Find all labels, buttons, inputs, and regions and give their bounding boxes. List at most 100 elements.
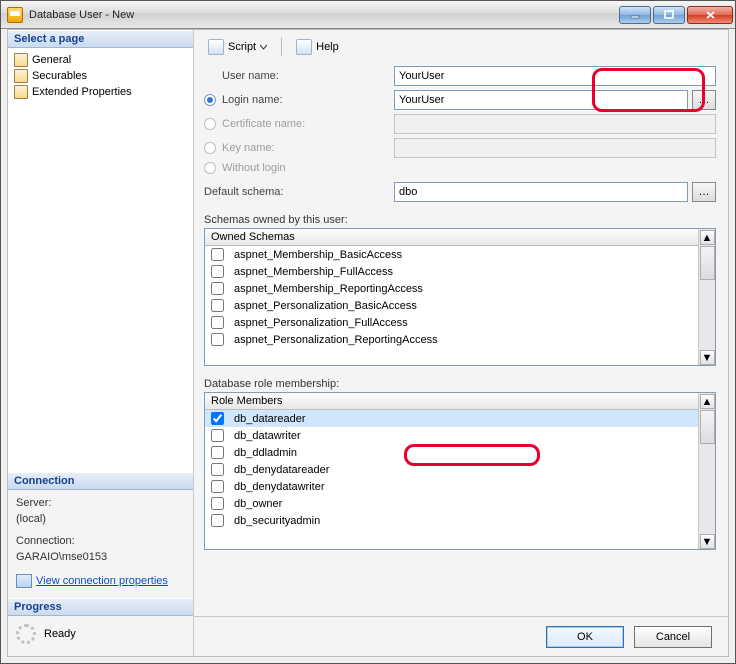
scroll-thumb[interactable]: [700, 246, 715, 280]
role-row-checkbox[interactable]: [211, 480, 224, 493]
schema-row[interactable]: aspnet_Personalization_FullAccess: [205, 314, 698, 331]
window-title: Database User - New: [29, 9, 617, 21]
scrollbar[interactable]: ▲ ▼: [698, 229, 715, 365]
sidebar-item-label: Securables: [32, 70, 87, 82]
scroll-up-icon[interactable]: ▲: [700, 230, 715, 245]
role-row-label: db_denydatareader: [234, 464, 329, 476]
key-name-input: [394, 138, 716, 158]
progress-spinner-icon: [16, 624, 36, 644]
certificate-name-label: Certificate name:: [222, 118, 305, 130]
close-button[interactable]: [687, 6, 733, 24]
role-row[interactable]: db_datawriter: [205, 427, 698, 444]
login-name-radio[interactable]: [204, 94, 216, 106]
dialog-window: Database User - New Select a page Genera…: [0, 0, 736, 664]
ok-button[interactable]: OK: [546, 626, 624, 648]
help-icon: [296, 39, 312, 55]
role-row[interactable]: db_datareader: [205, 410, 698, 427]
browse-schema-button[interactable]: …: [692, 182, 716, 202]
schema-row[interactable]: aspnet_Personalization_BasicAccess: [205, 297, 698, 314]
role-row-checkbox[interactable]: [211, 463, 224, 476]
help-button[interactable]: Help: [292, 38, 343, 56]
sidebar-item-label: Extended Properties: [32, 86, 132, 98]
progress-status: Ready: [44, 628, 76, 640]
connection-label: Connection:: [16, 534, 185, 550]
connection-header: Connection: [8, 472, 193, 490]
certificate-name-input: [394, 114, 716, 134]
sidebar-item-extended-properties[interactable]: Extended Properties: [12, 84, 189, 100]
roles-label: Database role membership:: [204, 378, 716, 390]
link-icon: [16, 574, 32, 588]
toolbar-separator: [281, 38, 282, 56]
script-icon: [208, 39, 224, 55]
sidebar-item-securables[interactable]: Securables: [12, 68, 189, 84]
schema-row-label: aspnet_Membership_FullAccess: [234, 266, 393, 278]
scroll-down-icon[interactable]: ▼: [700, 534, 715, 549]
role-row-checkbox[interactable]: [211, 446, 224, 459]
scroll-down-icon[interactable]: ▼: [700, 350, 715, 365]
role-row[interactable]: db_ddladmin: [205, 444, 698, 461]
select-page-header: Select a page: [8, 30, 193, 48]
role-row[interactable]: db_owner: [205, 495, 698, 512]
script-button[interactable]: Script: [204, 38, 271, 56]
user-name-input[interactable]: [394, 66, 716, 86]
connection-value: GARAIO\mse0153: [16, 550, 185, 566]
maximize-button[interactable]: [653, 6, 685, 24]
role-row-label: db_denydatawriter: [234, 481, 325, 493]
without-login-label: Without login: [222, 162, 286, 174]
role-row-checkbox[interactable]: [211, 429, 224, 442]
schema-row-checkbox[interactable]: [211, 282, 224, 295]
browse-login-button[interactable]: …: [692, 90, 716, 110]
schema-row-label: aspnet_Personalization_BasicAccess: [234, 300, 417, 312]
schema-row-checkbox[interactable]: [211, 265, 224, 278]
schema-row-checkbox[interactable]: [211, 299, 224, 312]
schema-row-checkbox[interactable]: [211, 316, 224, 329]
owned-schemas-header: Owned Schemas: [205, 229, 698, 246]
role-row-label: db_owner: [234, 498, 282, 510]
role-row-label: db_datareader: [234, 413, 306, 425]
schema-row[interactable]: aspnet_Membership_FullAccess: [205, 263, 698, 280]
role-members-list[interactable]: Role Members db_datareader db_datawriterd…: [204, 392, 716, 550]
page-icon: [14, 53, 28, 67]
role-row-label: db_ddladmin: [234, 447, 297, 459]
scrollbar[interactable]: ▲ ▼: [698, 393, 715, 549]
dialog-buttons: OK Cancel: [194, 616, 728, 656]
login-name-input[interactable]: [394, 90, 688, 110]
main-panel: Script Help User name: Login name:: [194, 30, 728, 656]
server-value: (local): [16, 512, 185, 528]
schema-row-label: aspnet_Personalization_FullAccess: [234, 317, 408, 329]
certificate-name-radio: [204, 118, 216, 130]
schema-row-checkbox[interactable]: [211, 333, 224, 346]
default-schema-input[interactable]: [394, 182, 688, 202]
role-row[interactable]: db_denydatawriter: [205, 478, 698, 495]
scroll-thumb[interactable]: [700, 410, 715, 444]
role-row-checkbox[interactable]: [211, 514, 224, 527]
role-row-checkbox[interactable]: [211, 497, 224, 510]
minimize-button[interactable]: [619, 6, 651, 24]
page-icon: [14, 85, 28, 99]
app-icon: [7, 7, 23, 23]
default-schema-label: Default schema:: [204, 186, 394, 198]
schemas-label: Schemas owned by this user:: [204, 214, 716, 226]
sidebar-item-general[interactable]: General: [12, 52, 189, 68]
key-name-radio: [204, 142, 216, 154]
owned-schemas-list[interactable]: Owned Schemas aspnet_Membership_BasicAcc…: [204, 228, 716, 366]
role-row-label: db_datawriter: [234, 430, 301, 442]
schema-row[interactable]: aspnet_Membership_BasicAccess: [205, 246, 698, 263]
role-row[interactable]: db_securityadmin: [205, 512, 698, 529]
view-connection-properties-link[interactable]: View connection properties: [36, 574, 168, 590]
schema-row[interactable]: aspnet_Membership_ReportingAccess: [205, 280, 698, 297]
sidebar-item-label: General: [32, 54, 71, 66]
role-row-checkbox[interactable]: [211, 412, 224, 425]
connection-info: Server: (local) Connection: GARAIO\mse01…: [8, 490, 193, 598]
scroll-up-icon[interactable]: ▲: [700, 394, 715, 409]
role-row[interactable]: db_denydatareader: [205, 461, 698, 478]
role-members-header: Role Members: [205, 393, 698, 410]
schema-row[interactable]: aspnet_Personalization_ReportingAccess: [205, 331, 698, 348]
schema-row-checkbox[interactable]: [211, 248, 224, 261]
toolbar: Script Help: [204, 38, 716, 56]
cancel-button[interactable]: Cancel: [634, 626, 712, 648]
user-name-label: User name:: [204, 70, 394, 82]
page-icon: [14, 69, 28, 83]
server-label: Server:: [16, 496, 185, 512]
titlebar[interactable]: Database User - New: [1, 1, 735, 29]
